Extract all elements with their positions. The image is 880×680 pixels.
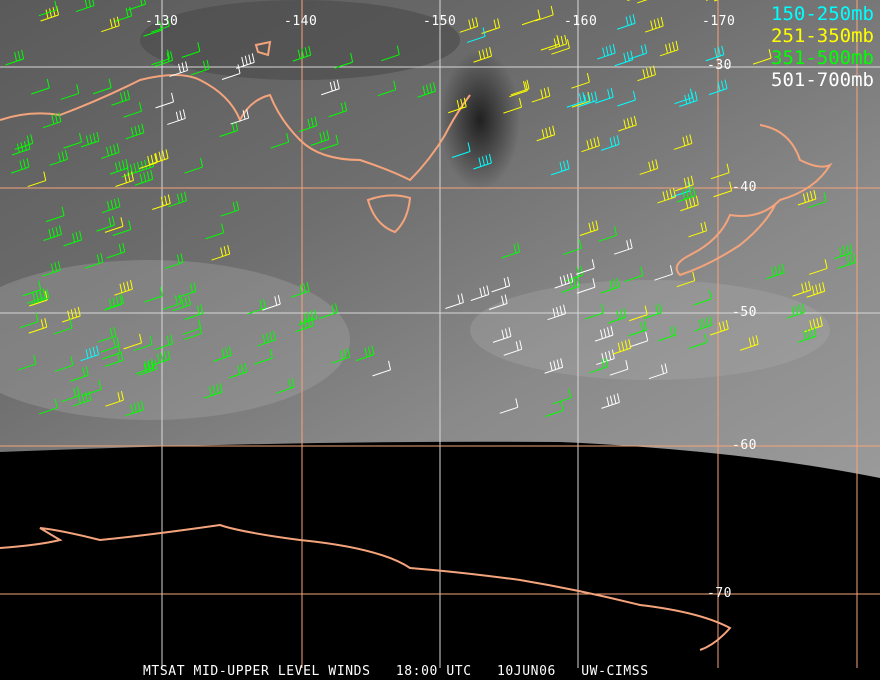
caption: MTSAT MID-UPPER LEVEL WINDS 18:00 UTC 10…: [143, 664, 649, 679]
lon-label: -160: [564, 14, 598, 29]
caption-time: 18:00 UTC: [395, 664, 472, 679]
caption-source: UW-CIMSS: [581, 664, 649, 679]
legend-150-250mb: 150-250mb: [771, 3, 874, 25]
legend-501-700mb: 501-700mb: [771, 69, 874, 91]
lon-label: -170: [702, 14, 736, 29]
lon-label: -150: [423, 14, 457, 29]
satellite-wind-map: -130 -140 -150 -160 -170 -30 -40 -50 -60…: [0, 0, 880, 680]
lat-label: -60: [732, 438, 757, 453]
legend-251-350mb: 251-350mb: [771, 25, 874, 47]
antarctica-coast: [0, 523, 732, 651]
lon-label: -140: [284, 14, 318, 29]
caption-product: MTSAT MID-UPPER LEVEL WINDS: [143, 664, 371, 679]
caption-date: 10JUN06: [496, 664, 556, 679]
lat-label: -70: [707, 586, 732, 601]
legend-351-500mb: 351-500mb: [771, 47, 874, 69]
lat-label: -30: [707, 58, 732, 73]
map-canvas: [0, 0, 880, 668]
lon-label: -130: [145, 14, 179, 29]
lat-label: -50: [732, 305, 757, 320]
lat-label: -40: [732, 180, 757, 195]
